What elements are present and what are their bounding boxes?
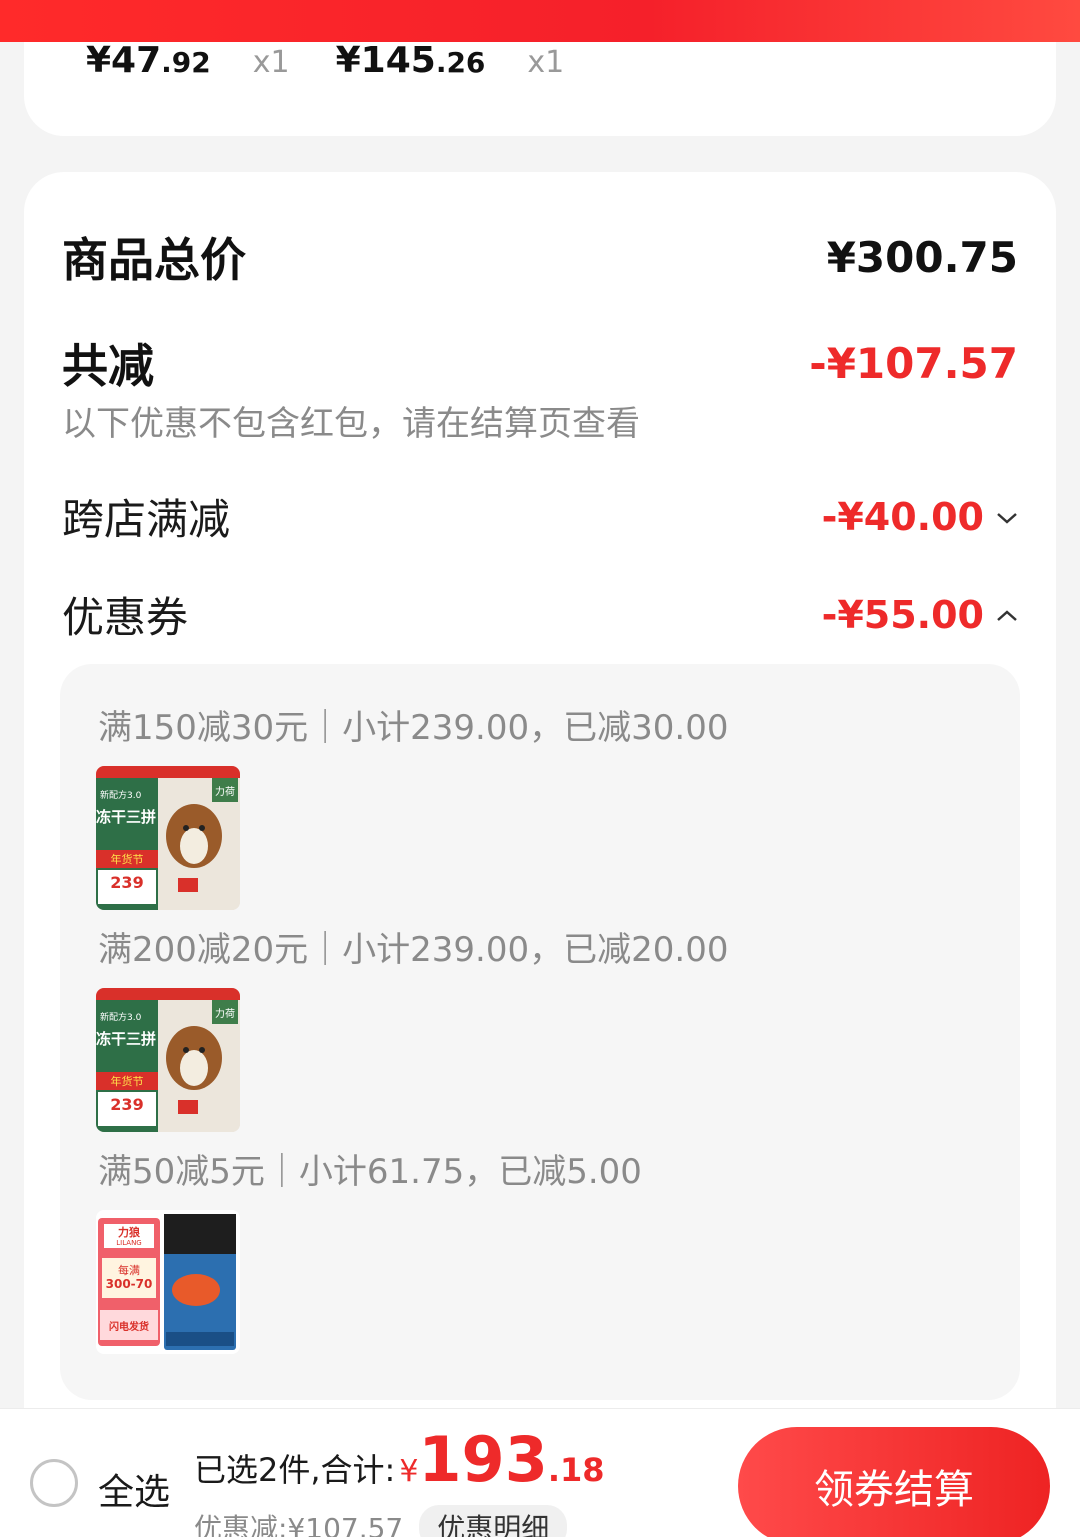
thumb-headline: 冻干三拼 (96, 1030, 156, 1048)
thumb-sub: 新配方3.0 (100, 1011, 142, 1023)
total-price-label: 商品总价 (62, 233, 246, 287)
select-all-radio[interactable] (30, 1459, 78, 1507)
product-thumbnail[interactable]: 239 冻干三拼 新配方3.0 力荷 年货节 (96, 988, 240, 1132)
item-price-main: ¥145 (335, 40, 436, 81)
thumb-headline: 冻干三拼 (96, 808, 156, 826)
checkout-footer: 全选 已选2件,合计: ¥ 193 .18 优惠减:¥107.57 优惠明细 领… (0, 1408, 1080, 1537)
thumb-bottom: 闪电发货 (109, 1320, 149, 1333)
thumb-brand: 力荷 (215, 1007, 235, 1020)
coupon-value-wrap: -¥55.00 (822, 593, 1018, 637)
total-currency: ¥ (399, 1454, 419, 1489)
thumb-price: 239 (110, 873, 143, 892)
cross-store-discount-row[interactable]: 跨店满减 -¥40.00 (62, 486, 1018, 547)
selected-count-label: 已选2件,合计: (194, 1451, 396, 1489)
total-reduce-label: 共减 (62, 339, 154, 393)
cross-store-label: 跨店满减 (62, 495, 231, 544)
discount-detail-button[interactable]: 优惠明细 (419, 1505, 568, 1537)
total-price-row: 商品总价 ¥300.75 (62, 224, 1018, 290)
thumb-promo: 每满 (118, 1263, 140, 1277)
top-header-bar (0, 0, 1080, 42)
chevron-down-icon[interactable] (996, 502, 1018, 532)
selected-total: 已选2件,合计: ¥ 193 .18 (194, 1423, 605, 1496)
item-price-cent: .92 (161, 46, 211, 79)
thumb-tag: 年货节 (111, 852, 144, 866)
thumb-brand: 力狼 (118, 1225, 140, 1239)
total-reduce-value: -¥107.57 (809, 338, 1018, 388)
product-thumbnail[interactable]: 239 冻干三拼 新配方3.0 力荷 年货节 (96, 766, 240, 910)
total-amount-main: 193 (418, 1423, 548, 1496)
item-price-2: ¥145 .26 x1 (336, 40, 565, 81)
coupon-detail-line: 满200减20元｜小计239.00，已减20.00 (98, 930, 729, 970)
coupon-detail-line: 满50减5元｜小计61.75，已减5.00 (98, 1152, 642, 1192)
discount-summary: 优惠减:¥107.57 优惠明细 (194, 1505, 568, 1537)
checkout-button[interactable]: 领券结算 (738, 1427, 1050, 1537)
thumb-brand: 力荷 (215, 785, 235, 798)
item-price-main: ¥47 (86, 40, 162, 81)
select-all-label[interactable]: 全选 (98, 1463, 170, 1515)
item-price-1: ¥47 .92 x1 (86, 40, 290, 81)
total-reduce-row: 共减 -¥107.57 (62, 330, 1018, 396)
thumb-sub: 新配方3.0 (100, 789, 142, 801)
item-price-strip: ¥47 .92 x1 ¥145 .26 x1 (86, 40, 610, 81)
coupon-label: 优惠券 (62, 593, 189, 642)
cross-store-value-wrap: -¥40.00 (822, 495, 1018, 539)
total-price-value: ¥300.75 (826, 232, 1018, 282)
product-thumbnail[interactable]: 力狼 LILANG 每满 300-70 闪电发货 (96, 1210, 240, 1354)
coupon-value: -¥55.00 (821, 592, 984, 637)
item-qty: x1 (527, 45, 565, 80)
total-amount-cent: .18 (547, 1451, 605, 1489)
cross-store-value: -¥40.00 (821, 494, 984, 539)
thumb-tag: 年货节 (111, 1074, 144, 1088)
chevron-up-icon[interactable] (996, 600, 1018, 630)
discount-note: 以下优惠不包含红包，请在结算页查看 (62, 404, 640, 444)
discount-amount: 优惠减:¥107.57 (194, 1512, 404, 1537)
item-qty: x1 (252, 45, 290, 80)
coupon-discount-row[interactable]: 优惠券 -¥55.00 (62, 584, 1018, 645)
coupon-detail-line: 满150减30元｜小计239.00，已减30.00 (98, 708, 729, 748)
thumb-promo2: 300-70 (106, 1277, 153, 1291)
item-price-cent: .26 (435, 46, 486, 79)
thumb-brand-en: LILANG (116, 1239, 141, 1247)
thumb-price: 239 (110, 1095, 143, 1114)
